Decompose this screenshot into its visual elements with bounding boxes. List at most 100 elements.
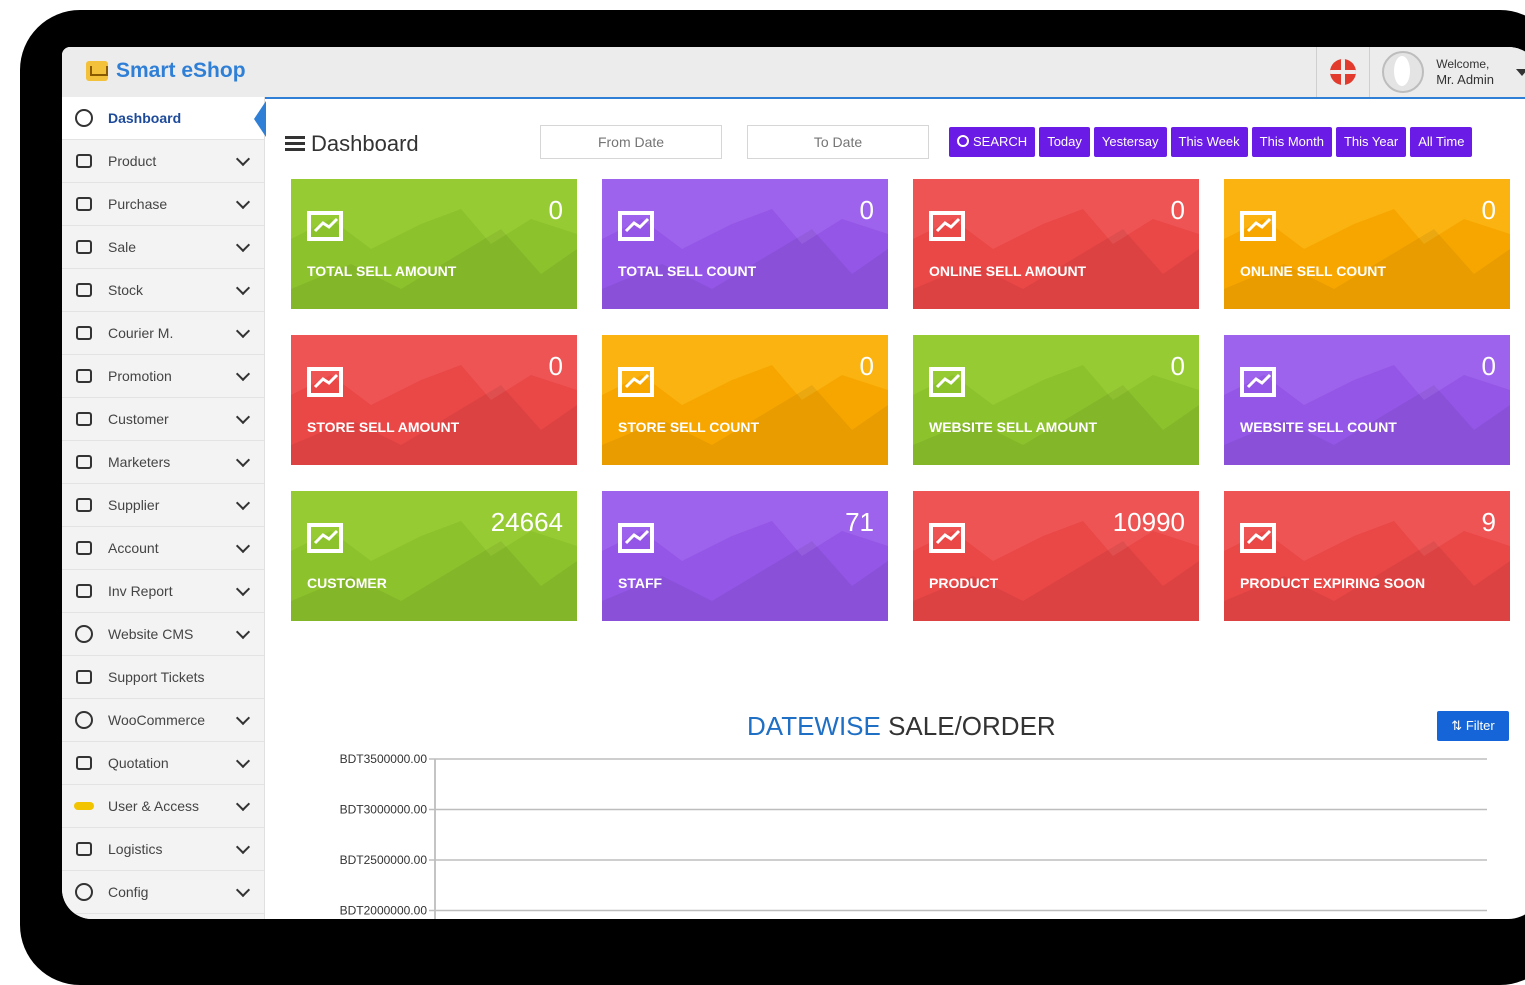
sidebar-item-purchase[interactable]: Purchase bbox=[62, 183, 264, 226]
bank-icon bbox=[74, 539, 94, 557]
sidebar-item-label: Customer bbox=[108, 411, 169, 427]
sidebar-item-label: Website CMS bbox=[108, 626, 194, 642]
sidebar-item-user-access[interactable]: User & Access bbox=[62, 785, 264, 828]
sidebar-item-support-tickets[interactable]: Support Tickets bbox=[62, 656, 264, 699]
to-date-input[interactable] bbox=[747, 125, 929, 159]
card-value: 0 bbox=[859, 351, 874, 381]
card-label: PRODUCT EXPIRING SOON bbox=[1240, 575, 1426, 591]
sidebar-item-logistics[interactable]: Logistics bbox=[62, 828, 264, 871]
card-value: 71 bbox=[845, 507, 874, 537]
card-value: 0 bbox=[1170, 351, 1185, 381]
card-value: 0 bbox=[548, 195, 563, 225]
user-name: Mr. Admin bbox=[1436, 72, 1494, 87]
card-label: TOTAL SELL COUNT bbox=[618, 263, 757, 279]
list-icon bbox=[74, 840, 94, 858]
stat-card-total-sell-count[interactable]: 0 TOTAL SELL COUNT bbox=[602, 179, 888, 309]
stat-card-store-sell-count[interactable]: 0 STORE SELL COUNT bbox=[602, 335, 888, 465]
stat-card-customer[interactable]: 24664 CUSTOMER bbox=[291, 491, 577, 621]
sidebar-item-customer[interactable]: Customer bbox=[62, 398, 264, 441]
from-date-input[interactable] bbox=[540, 125, 722, 159]
sidebar-item-dashboard[interactable]: Dashboard bbox=[62, 97, 266, 140]
stat-card-staff[interactable]: 71 STAFF bbox=[602, 491, 888, 621]
stat-card-online-sell-amount[interactable]: 0 ONLINE SELL AMOUNT bbox=[913, 179, 1199, 309]
brand[interactable]: Smart eShop bbox=[86, 59, 246, 83]
sidebar-item-marketers[interactable]: Marketers bbox=[62, 441, 264, 484]
sidebar-item-label: Support Tickets bbox=[108, 669, 205, 685]
page-title: Dashboard bbox=[285, 131, 419, 157]
search-icon bbox=[957, 135, 969, 147]
this-week-button[interactable]: This Week bbox=[1170, 127, 1248, 157]
globe-icon bbox=[1330, 59, 1357, 85]
card-label: STAFF bbox=[618, 575, 663, 591]
chevron-down-icon bbox=[235, 753, 251, 769]
sidebar-item-website-cms[interactable]: Website CMS bbox=[62, 613, 264, 656]
sidebar-item-sale[interactable]: Sale bbox=[62, 226, 264, 269]
area-chart-icon bbox=[307, 367, 343, 397]
stat-card-website-sell-count[interactable]: 0 WEBSITE SELL COUNT bbox=[1224, 335, 1510, 465]
warehouse-icon bbox=[74, 281, 94, 299]
card-value: 24664 bbox=[490, 507, 563, 537]
sidebar-item-quotation[interactable]: Quotation bbox=[62, 742, 264, 785]
chevron-down-icon bbox=[235, 624, 251, 640]
sidebar-item-courier-m[interactable]: Courier M. bbox=[62, 312, 264, 355]
this-year-button[interactable]: This Year bbox=[1335, 127, 1407, 157]
this-month-button[interactable]: This Month bbox=[1251, 127, 1332, 157]
sidebar-item-label: Product bbox=[108, 153, 157, 169]
all-time-button[interactable]: All Time bbox=[1410, 127, 1473, 157]
chevron-down-icon bbox=[235, 366, 251, 382]
sidebar-item-config[interactable]: Config bbox=[62, 871, 264, 914]
chevron-down-icon bbox=[235, 194, 251, 210]
gear-icon bbox=[74, 883, 94, 901]
card-label: STORE SELL AMOUNT bbox=[307, 419, 460, 435]
open-box-icon bbox=[929, 523, 965, 553]
sidebar-item-product[interactable]: Product bbox=[62, 140, 264, 183]
users-icon bbox=[74, 453, 94, 471]
stat-card-online-sell-count[interactable]: 0 ONLINE SELL COUNT bbox=[1224, 179, 1510, 309]
sidebar-item-stock[interactable]: Stock bbox=[62, 269, 264, 312]
filter-button[interactable]: ⇅ Filter bbox=[1437, 711, 1509, 741]
welcome-label: Welcome, bbox=[1436, 57, 1490, 71]
sidebar-item-woocommerce[interactable]: WooCommerce bbox=[62, 699, 264, 742]
gauge-icon bbox=[74, 109, 94, 127]
stat-card-product-expiring-soon[interactable]: 9 PRODUCT EXPIRING SOON bbox=[1224, 491, 1510, 621]
card-value: 0 bbox=[548, 351, 563, 381]
stat-card-store-sell-amount[interactable]: 0 STORE SELL AMOUNT bbox=[291, 335, 577, 465]
sidebar-item-label: Purchase bbox=[108, 196, 168, 212]
pie-chart-icon bbox=[929, 211, 965, 241]
stat-card-website-sell-amount[interactable]: 0 WEBSITE SELL AMOUNT bbox=[913, 335, 1199, 465]
key-icon bbox=[74, 797, 94, 815]
card-value: 0 bbox=[1481, 195, 1496, 225]
card-label: CUSTOMER bbox=[307, 575, 387, 591]
stat-card-total-sell-amount[interactable]: 0 TOTAL SELL AMOUNT bbox=[291, 179, 577, 309]
card-label: PRODUCT bbox=[929, 575, 999, 591]
sidebar-item-inv-report[interactable]: Inv Report bbox=[62, 570, 264, 613]
sidebar-item-promotion[interactable]: Promotion bbox=[62, 355, 264, 398]
stat-card-product[interactable]: 10990 PRODUCT bbox=[913, 491, 1199, 621]
language-button[interactable] bbox=[1317, 47, 1369, 97]
avatar bbox=[1382, 51, 1425, 93]
chevron-down-icon bbox=[235, 710, 251, 726]
y-tick-label: BDT2500000.00 bbox=[340, 853, 428, 867]
search-button[interactable]: SEARCH bbox=[949, 127, 1036, 157]
chevron-down-icon bbox=[235, 151, 251, 167]
sidebar-item-label: Quotation bbox=[108, 755, 169, 771]
sidebar-item-label: Marketers bbox=[108, 454, 171, 470]
yesterday-button[interactable]: Yestersay bbox=[1093, 127, 1167, 157]
gift-icon bbox=[74, 367, 94, 385]
today-button[interactable]: Today bbox=[1039, 127, 1090, 157]
sidebar-item-account[interactable]: Account bbox=[62, 527, 264, 570]
chevron-down-icon bbox=[235, 839, 251, 855]
user-menu[interactable]: Welcome, Mr. Admin bbox=[1370, 51, 1525, 93]
sidebar-item-label: Config bbox=[108, 884, 149, 900]
sidebar-item-label: Supplier bbox=[108, 497, 160, 513]
device-frame: Smart eShop Welcome, Mr. Admin Dashboard… bbox=[20, 10, 1525, 985]
line-chart-icon bbox=[307, 211, 343, 241]
truck-icon bbox=[74, 324, 94, 342]
document-icon bbox=[74, 754, 94, 772]
card-value: 10990 bbox=[1112, 507, 1185, 537]
y-tick-label: BDT3500000.00 bbox=[340, 752, 428, 766]
sidebar-item-supplier[interactable]: Supplier bbox=[62, 484, 264, 527]
store-icon bbox=[74, 195, 94, 213]
brand-name: Smart eShop bbox=[116, 59, 246, 82]
chevron-down-icon bbox=[235, 495, 251, 511]
